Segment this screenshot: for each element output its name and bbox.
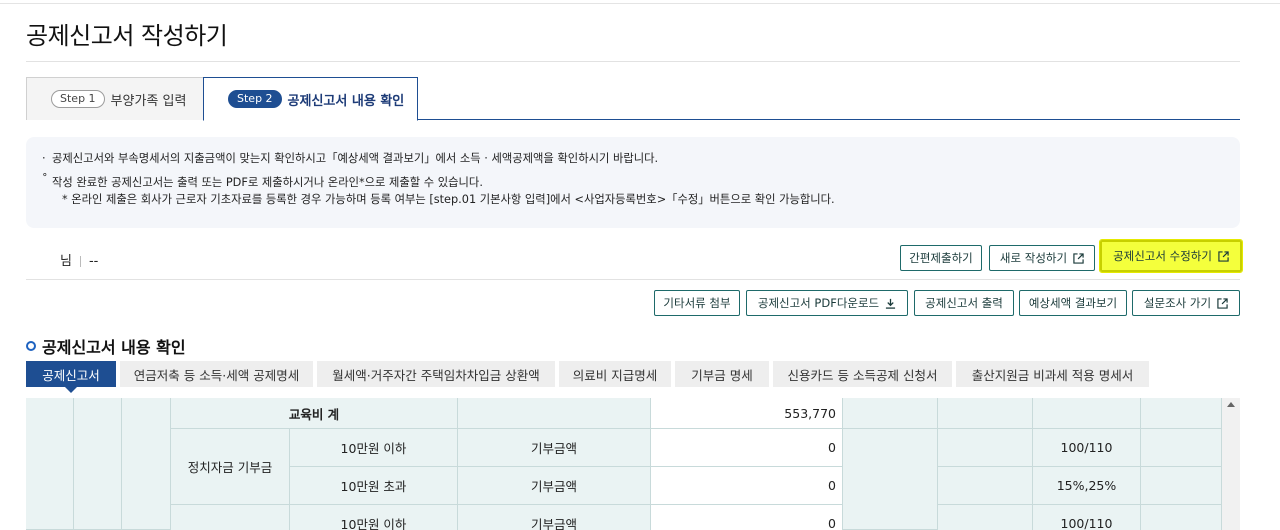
step-tabs: Step 1 부양가족 입력 Step 2 공제신고서 내용 확인 bbox=[26, 77, 1240, 121]
scroll-up-icon[interactable] bbox=[1227, 402, 1235, 407]
table-cell bbox=[938, 398, 1033, 429]
row-1-rate: 100/110 bbox=[1033, 429, 1141, 467]
step-1-label: 부양가족 입력 bbox=[110, 93, 187, 109]
tab-childbirth-support[interactable]: 출산지원금 비과세 적용 명세서 bbox=[956, 361, 1149, 387]
attach-docs-label: 기타서류 첨부 bbox=[663, 296, 731, 310]
table-cell bbox=[171, 505, 290, 530]
edu-total-label: 교육비 계 bbox=[171, 398, 458, 429]
survey-label: 설문조사 가기 bbox=[1143, 296, 1212, 310]
row-2-range: 10만원 초과 bbox=[290, 467, 458, 505]
user-separator bbox=[79, 256, 81, 267]
bullet-ring-icon bbox=[26, 341, 36, 351]
top-divider bbox=[0, 3, 1280, 4]
external-link-icon bbox=[1217, 297, 1228, 309]
tab-pension-savings[interactable]: 연금저축 등 소득·세액 공제명세 bbox=[120, 361, 313, 387]
simple-submit-button[interactable]: 간편제출하기 bbox=[900, 245, 982, 271]
table-stub-col-3 bbox=[122, 398, 171, 530]
notice-line-1: 공제신고서와 부속명세서의 지출금액이 맞는지 확인하시고「예상세액 결과보기」… bbox=[42, 151, 1224, 167]
step-2-pill: Step 2 bbox=[228, 90, 282, 108]
tab-donation[interactable]: 기부금 명세 bbox=[675, 361, 769, 387]
user-info: 님 -- bbox=[60, 250, 98, 269]
notice-line-3: * 온라인 제출은 회사가 근로자 기초자료를 등록한 경우 가능하며 등록 여… bbox=[62, 193, 835, 206]
tab-declaration[interactable]: 공제신고서 bbox=[26, 361, 116, 393]
section-title: 공제신고서 내용 확인 bbox=[26, 334, 186, 358]
row-2-amount: 0 bbox=[651, 467, 843, 505]
step-1-pill: Step 1 bbox=[51, 90, 105, 108]
external-link-icon bbox=[1073, 252, 1084, 264]
simple-submit-label: 간편제출하기 bbox=[909, 251, 973, 265]
table-stub-col-2 bbox=[74, 398, 122, 530]
table-stub-col-1 bbox=[26, 398, 74, 530]
edit-declaration-label: 공제신고서 수정하기 bbox=[1113, 249, 1212, 263]
tab-monthly-rent[interactable]: 월세액·거주자간 주택임차차입금 상환액 bbox=[317, 361, 555, 387]
political-fund-label: 정치자금 기부금 bbox=[171, 429, 290, 505]
external-link-icon bbox=[1218, 250, 1229, 262]
notice-line-2: 작성 완료한 공제신고서는 출력 또는 PDF로 제출하시거나 온라인*으로 제… bbox=[42, 172, 1224, 191]
row-1-amount: 0 bbox=[651, 429, 843, 467]
table-cell bbox=[1141, 505, 1222, 530]
print-button[interactable]: 공제신고서 출력 bbox=[914, 290, 1014, 316]
pdf-download-button[interactable]: 공제신고서 PDF다운로드 bbox=[746, 290, 908, 316]
user-value: -- bbox=[88, 254, 99, 269]
row-1-range: 10만원 이하 bbox=[290, 429, 458, 467]
user-suffix: 님 bbox=[60, 254, 72, 269]
table-scrollbar[interactable] bbox=[1222, 398, 1240, 530]
table-cell bbox=[1141, 467, 1222, 505]
tab-step-1[interactable]: Step 1 부양가족 입력 bbox=[26, 77, 204, 120]
declaration-table: 교육비 계 553,770 정치자금 기부금 10만원 이하 기부금액 0 10… bbox=[26, 398, 1240, 530]
new-write-button[interactable]: 새로 작성하기 bbox=[989, 245, 1095, 271]
table-cell bbox=[938, 505, 1033, 530]
table-cell bbox=[843, 429, 938, 530]
new-write-label: 새로 작성하기 bbox=[999, 251, 1068, 265]
row-3-rate: 100/110 bbox=[1033, 505, 1141, 530]
attach-docs-button[interactable]: 기타서류 첨부 bbox=[654, 290, 740, 316]
title-divider bbox=[26, 61, 1240, 62]
table-cell bbox=[1033, 398, 1141, 429]
tab-medical[interactable]: 의료비 지급명세 bbox=[559, 361, 671, 387]
row-3-type: 기부금액 bbox=[458, 505, 651, 530]
estimate-result-label: 예상세액 결과보기 bbox=[1028, 296, 1118, 310]
section-title-text: 공제신고서 내용 확인 bbox=[42, 338, 186, 357]
pdf-download-label: 공제신고서 PDF다운로드 bbox=[757, 296, 880, 310]
notice-box: 공제신고서와 부속명세서의 지출금액이 맞는지 확인하시고「예상세액 결과보기」… bbox=[26, 137, 1240, 228]
table-cell bbox=[1141, 429, 1222, 467]
tab-credit-card[interactable]: 신용카드 등 소득공제 신청서 bbox=[773, 361, 952, 387]
print-label: 공제신고서 출력 bbox=[925, 296, 1003, 310]
edit-declaration-button[interactable]: 공제신고서 수정하기 bbox=[1099, 239, 1243, 273]
row-2-type: 기부금액 bbox=[458, 467, 651, 505]
table-cell bbox=[1141, 398, 1222, 429]
tab-step-2[interactable]: Step 2 공제신고서 내용 확인 bbox=[203, 77, 418, 121]
table-cell bbox=[458, 398, 651, 429]
row-1-type: 기부금액 bbox=[458, 429, 651, 467]
table-cell bbox=[938, 467, 1033, 505]
row-2-rate: 15%,25% bbox=[1033, 467, 1141, 505]
page-title: 공제신고서 작성하기 bbox=[26, 22, 228, 50]
estimate-result-button[interactable]: 예상세액 결과보기 bbox=[1019, 290, 1127, 316]
table-cell bbox=[843, 398, 938, 429]
survey-button[interactable]: 설문조사 가기 bbox=[1132, 290, 1240, 316]
row-3-range: 10만원 이하 bbox=[290, 505, 458, 530]
action-divider bbox=[26, 279, 1240, 280]
table-cell bbox=[938, 429, 1033, 467]
row-3-amount: 0 bbox=[651, 505, 843, 530]
download-icon bbox=[886, 298, 896, 309]
edu-total-value: 553,770 bbox=[651, 398, 843, 429]
step-2-label: 공제신고서 내용 확인 bbox=[287, 93, 405, 109]
